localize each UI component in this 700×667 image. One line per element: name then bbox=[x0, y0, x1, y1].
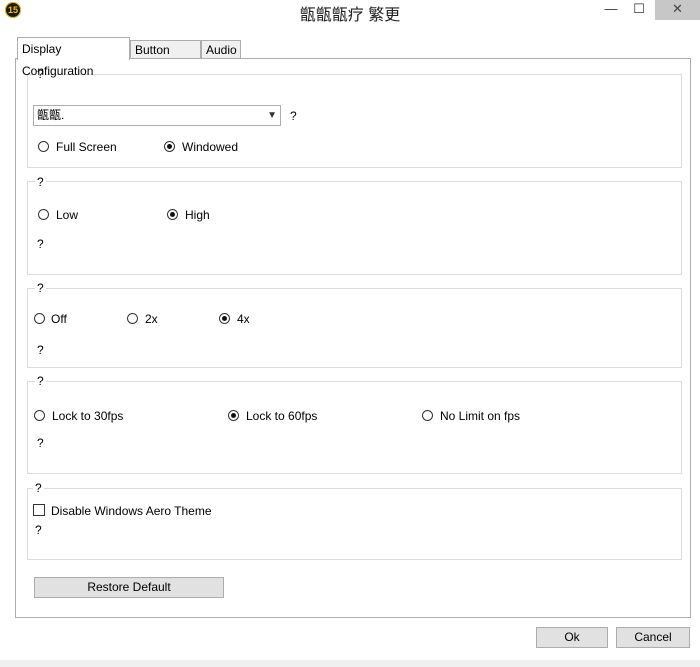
window-title: 甑甑甑疗 繁更 bbox=[299, 7, 401, 24]
radio-aa-4x-label: 4x bbox=[237, 312, 250, 326]
aero-note: ? bbox=[35, 523, 42, 537]
radio-windowed[interactable] bbox=[164, 141, 175, 152]
maximize-button[interactable]: ☐ bbox=[626, 0, 652, 20]
radio-fps-unlimited-label: No Limit on fps bbox=[440, 409, 521, 423]
radio-quality-low[interactable] bbox=[38, 209, 49, 220]
radio-quality-low-label: Low bbox=[56, 208, 79, 222]
minimize-icon: — bbox=[604, 1, 618, 16]
framerate-legend: ? bbox=[35, 374, 46, 388]
framerate-group bbox=[27, 381, 682, 474]
disable-aero-checkbox[interactable] bbox=[33, 504, 45, 516]
antialias-note: ? bbox=[37, 343, 44, 357]
radio-full-screen-label: Full Screen bbox=[56, 140, 117, 154]
radio-fps-30[interactable] bbox=[34, 410, 45, 421]
radio-fps-60[interactable] bbox=[228, 410, 239, 421]
disable-aero-label: Disable Windows Aero Theme bbox=[51, 504, 212, 518]
title-bar: 15 甑甑甑疗 繁更 — ☐ ✕ bbox=[0, 0, 700, 24]
ok-button[interactable]: Ok bbox=[536, 627, 608, 648]
resolution-select[interactable]: 甑甑. ▼ bbox=[33, 105, 281, 126]
radio-fps-30-label: Lock to 30fps bbox=[52, 409, 124, 423]
radio-windowed-label: Windowed bbox=[182, 140, 239, 154]
tab-display-configuration[interactable]: Display Configuration bbox=[17, 37, 130, 78]
radio-aa-2x-label: 2x bbox=[145, 312, 158, 326]
antialias-group bbox=[27, 288, 682, 368]
close-icon: ✕ bbox=[672, 1, 683, 16]
quality-note: ? bbox=[37, 237, 44, 251]
tab-audio[interactable]: Audio bbox=[201, 40, 241, 58]
radio-fps-unlimited[interactable] bbox=[422, 410, 433, 421]
tab-button-icons[interactable]: Button Icons bbox=[130, 40, 201, 75]
radio-full-screen[interactable] bbox=[38, 141, 49, 152]
aero-group bbox=[27, 488, 682, 560]
radio-aa-off-label: Off bbox=[51, 312, 67, 326]
radio-quality-high-label: High bbox=[185, 208, 210, 222]
close-button[interactable]: ✕ bbox=[655, 0, 700, 20]
chevron-down-icon: ▼ bbox=[267, 110, 277, 121]
resolution-hint: ? bbox=[290, 109, 297, 123]
antialias-legend: ? bbox=[35, 281, 46, 295]
radio-aa-2x[interactable] bbox=[127, 313, 138, 324]
status-strip bbox=[0, 660, 700, 667]
maximize-icon: ☐ bbox=[633, 1, 645, 16]
framerate-note: ? bbox=[37, 436, 44, 450]
radio-aa-4x[interactable] bbox=[219, 313, 230, 324]
quality-group bbox=[27, 181, 682, 275]
aero-legend: ? bbox=[33, 481, 44, 495]
quality-legend: ? bbox=[35, 175, 46, 189]
restore-default-button[interactable]: Restore Default bbox=[34, 577, 224, 598]
resolution-value: 甑甑. bbox=[37, 108, 65, 122]
radio-aa-off[interactable] bbox=[34, 313, 45, 324]
radio-quality-high[interactable] bbox=[167, 209, 178, 220]
cancel-button[interactable]: Cancel bbox=[616, 627, 690, 648]
radio-fps-60-label: Lock to 60fps bbox=[246, 409, 318, 423]
minimize-button[interactable]: — bbox=[598, 0, 624, 20]
